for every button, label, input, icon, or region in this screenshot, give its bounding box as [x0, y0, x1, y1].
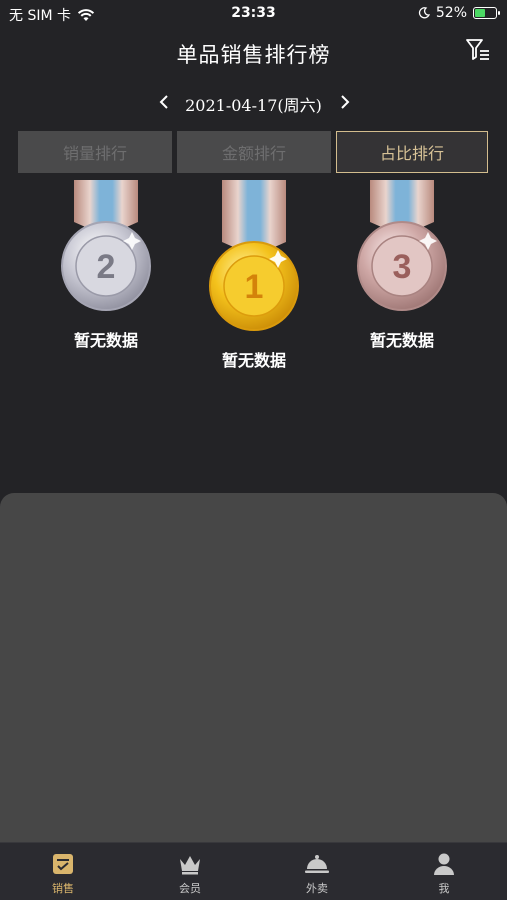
tab-bar-me-label: 我 — [438, 882, 450, 895]
tab-bar-members[interactable]: 会员 — [127, 843, 253, 900]
gold-medal-rank: 1 — [245, 268, 264, 306]
sales-icon — [53, 854, 73, 874]
chevron-right-icon — [341, 95, 350, 109]
tab-bar-takeout-label: 外卖 — [306, 882, 328, 895]
crown-icon — [180, 856, 200, 875]
bronze-medal-icon: 3 — [357, 180, 447, 311]
nav-bar: 单品销售排行榜 — [0, 30, 507, 76]
battery-icon — [473, 7, 500, 19]
tab-share-ratio[interactable]: 占比排行 — [336, 131, 488, 173]
tab-sales-volume[interactable]: 销量排行 — [18, 131, 172, 173]
tab-bar-sales-label: 销售 — [52, 882, 74, 895]
second-place-label: 暂无数据 — [73, 331, 138, 350]
moon-icon — [418, 7, 430, 19]
battery-percent: 52% — [435, 5, 467, 21]
tab-bar-me[interactable]: 我 — [381, 843, 507, 900]
podium-first: 1 暂无数据 — [194, 180, 314, 380]
ranking-list-panel[interactable] — [0, 493, 507, 842]
filter-button[interactable] — [465, 37, 491, 63]
third-place-label: 暂无数据 — [369, 331, 434, 350]
next-day-button[interactable] — [335, 92, 355, 112]
food-cover-icon — [305, 855, 329, 873]
podium-second: 2 暂无数据 — [46, 180, 166, 360]
podium-third: 3 暂无数据 — [342, 180, 462, 360]
tab-bar-sales[interactable]: 销售 — [0, 843, 126, 900]
date-selector: 2021-04-17(周六) — [0, 88, 507, 118]
bottom-tab-bar: 销售 会员 外卖 我 — [0, 842, 507, 900]
bronze-medal-rank: 3 — [393, 248, 412, 286]
status-bar: 无 SIM 卡 23:33 52% — [0, 0, 507, 28]
page-title: 单品销售排行榜 — [176, 43, 331, 67]
tab-bar-members-label: 会员 — [179, 882, 201, 895]
status-right: 52% — [418, 5, 500, 21]
first-place-label: 暂无数据 — [221, 351, 286, 370]
silver-medal-rank: 2 — [97, 248, 116, 286]
user-icon — [434, 853, 454, 875]
tab-sales-amount[interactable]: 金额排行 — [177, 131, 331, 173]
gold-medal-icon: 1 — [209, 180, 299, 331]
date-label[interactable]: 2021-04-17(周六) — [0, 92, 507, 116]
filter-icon — [466, 39, 489, 60]
silver-medal-icon: 2 — [61, 180, 151, 311]
tab-bar-takeout[interactable]: 外卖 — [254, 843, 380, 900]
battery-fill — [475, 9, 485, 17]
